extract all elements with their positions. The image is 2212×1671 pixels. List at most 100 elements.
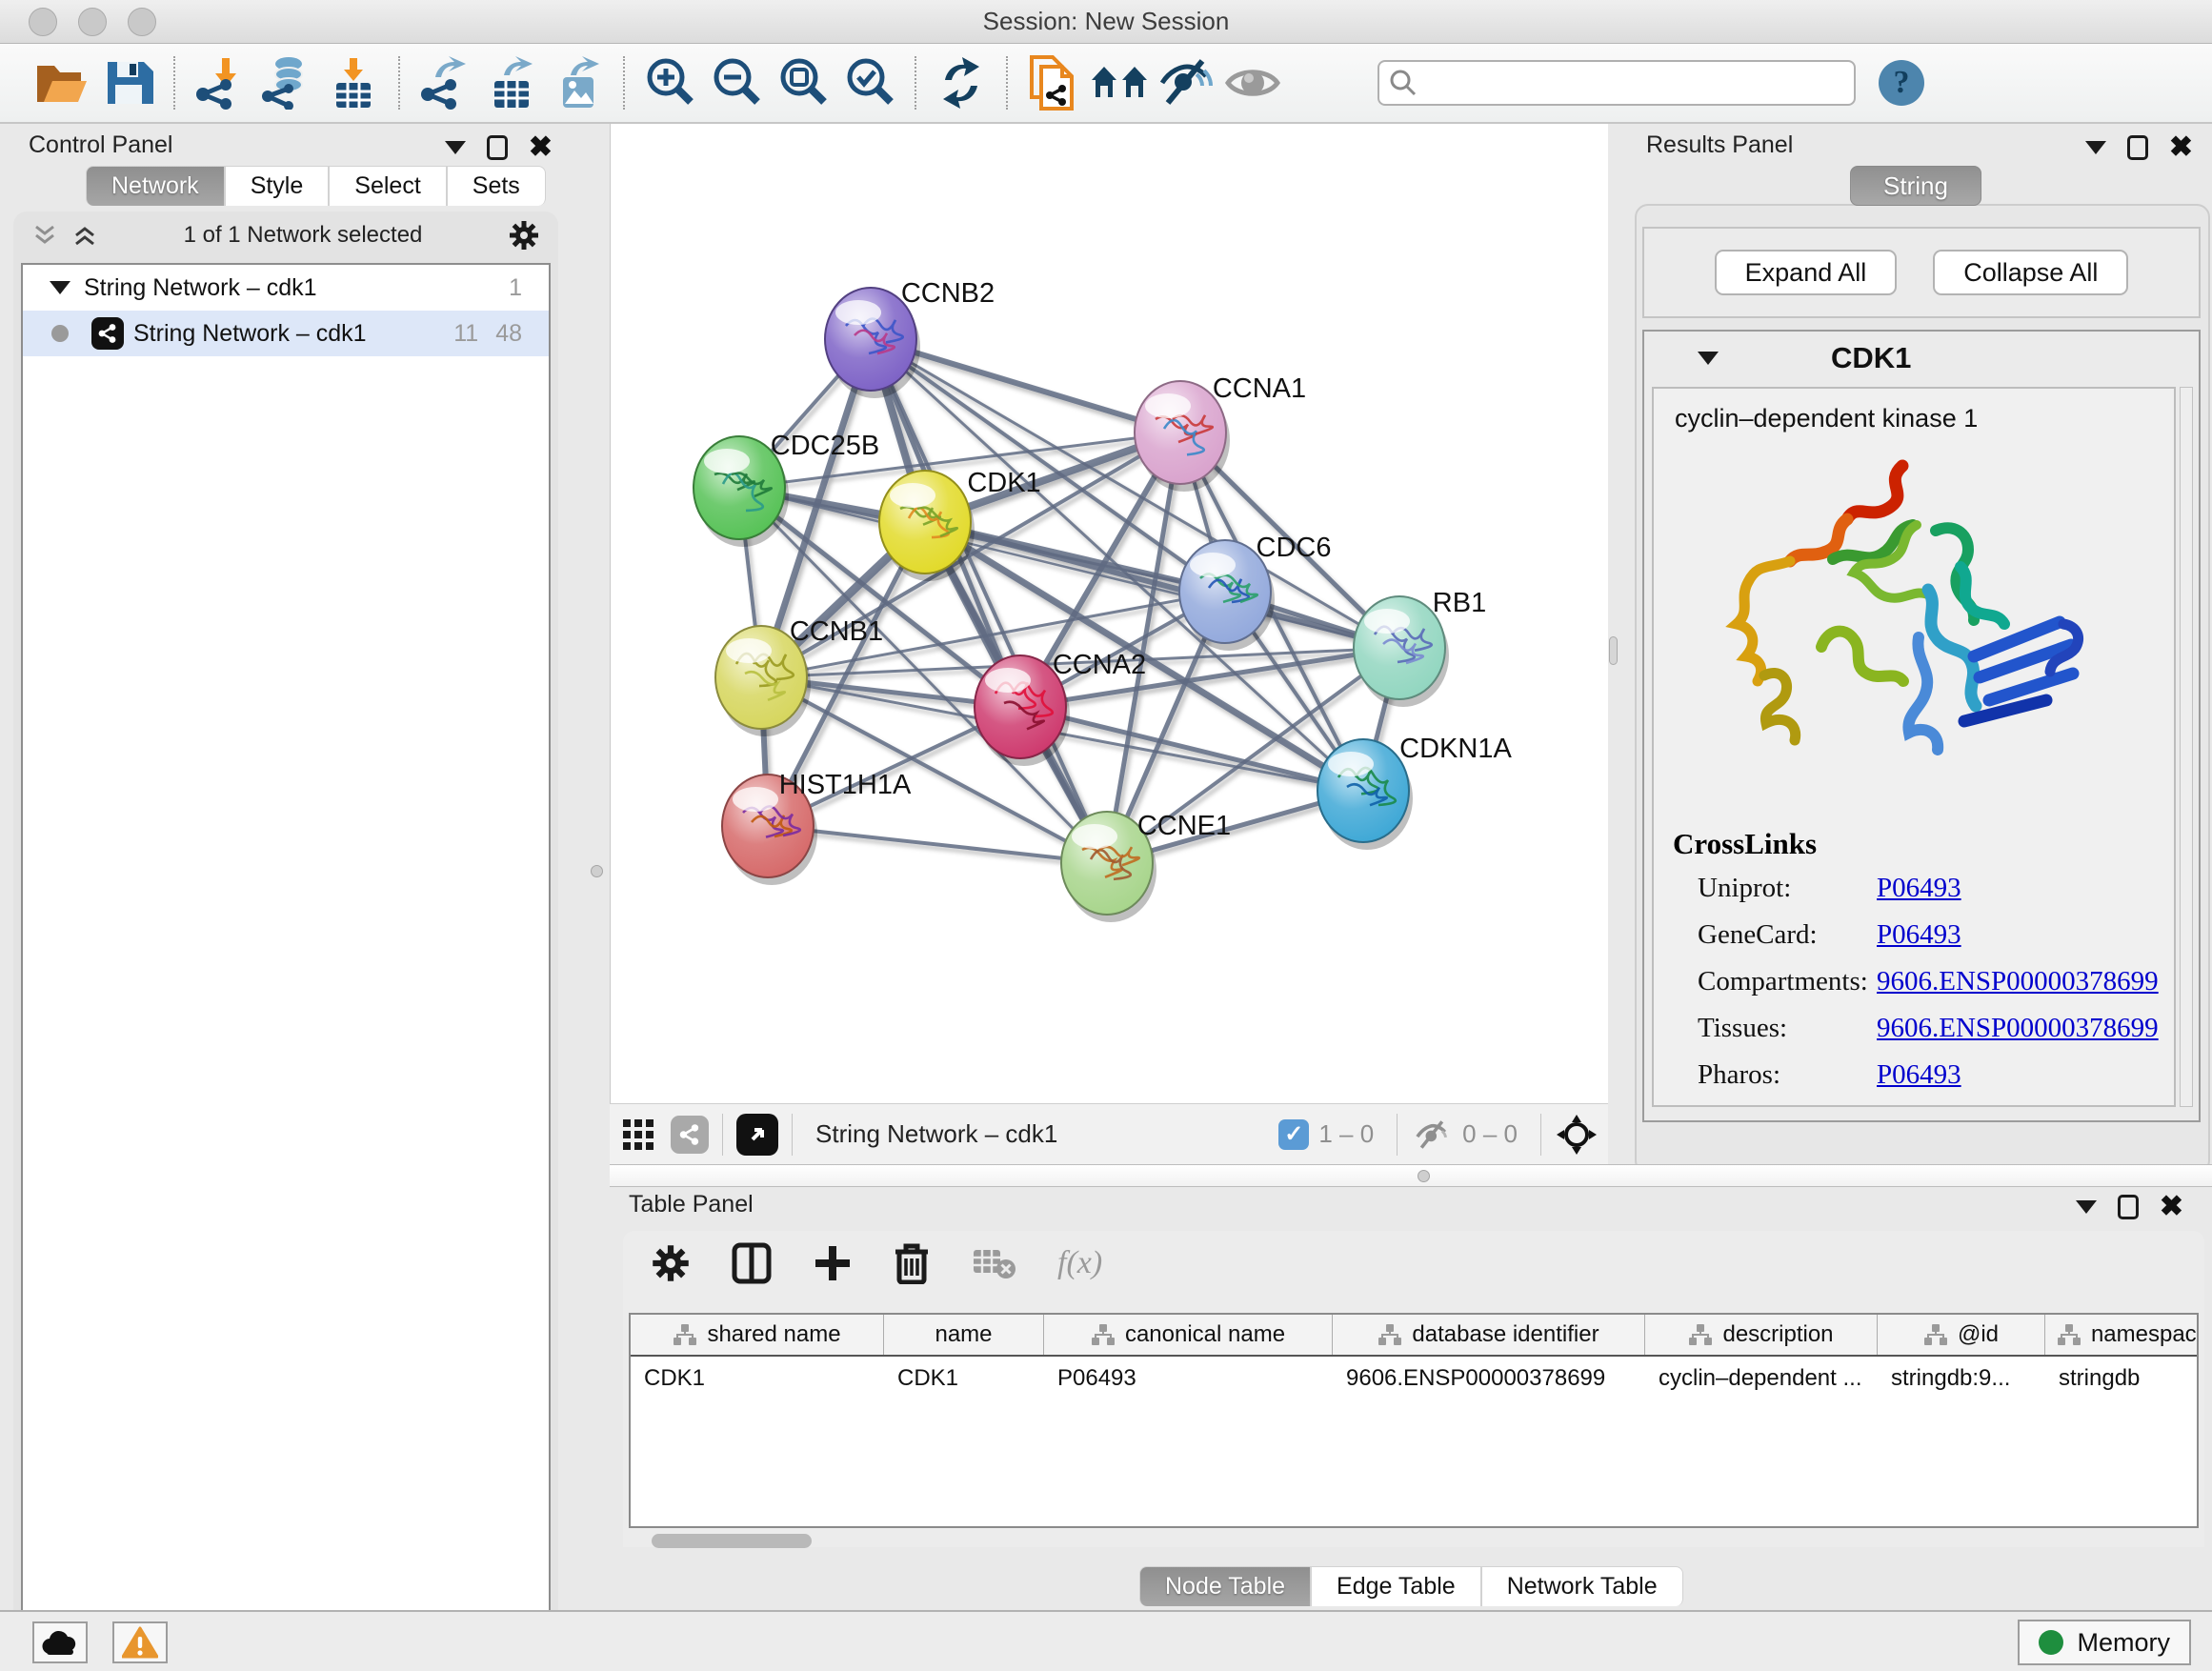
protein-description: cyclin–dependent kinase 1: [1654, 389, 2174, 437]
column-header-database-identifier[interactable]: database identifier: [1333, 1315, 1645, 1355]
panel-close-icon[interactable]: ✖: [529, 135, 553, 160]
node-table[interactable]: shared namenamecanonical namedatabase id…: [629, 1313, 2199, 1528]
home-pair-button[interactable]: [1086, 51, 1153, 114]
selected-checkbox[interactable]: ✓: [1278, 1119, 1309, 1150]
grid-mode-icon[interactable]: [619, 1116, 657, 1154]
column-header-canonical-name[interactable]: canonical name: [1044, 1315, 1333, 1355]
network-collection-row[interactable]: String Network – cdk1 1: [23, 265, 549, 311]
save-session-button[interactable]: [95, 51, 162, 114]
tab-network-table[interactable]: Network Table: [1481, 1566, 1683, 1606]
string-results-container: Expand All Collapse All CDK1 cyclin–depe…: [1635, 204, 2210, 1174]
birds-eye-toggle[interactable]: [736, 1114, 778, 1156]
hide-selected-button[interactable]: [1153, 51, 1219, 114]
table-panel-title: Table Panel: [629, 1191, 754, 1218]
delete-column-icon[interactable]: [894, 1242, 930, 1284]
panel-menu-icon[interactable]: [445, 141, 466, 154]
results-scrollbar[interactable]: [2180, 387, 2193, 1107]
memory-button[interactable]: Memory: [2018, 1620, 2191, 1665]
zoom-fit-button[interactable]: [770, 51, 836, 114]
share-view-icon[interactable]: [671, 1116, 709, 1154]
separator: [1397, 1114, 1398, 1156]
crosslink-row: Compartments:9606.ENSP00000378699: [1673, 966, 2174, 997]
export-table-button[interactable]: [478, 51, 545, 114]
tab-edge-table[interactable]: Edge Table: [1311, 1566, 1481, 1606]
panel-close-icon[interactable]: ✖: [2160, 1195, 2183, 1219]
node-CDK1[interactable]: [879, 471, 975, 581]
node-label-CCNB2: CCNB2: [901, 278, 995, 309]
crosslink-value-link[interactable]: 9606.ENSP00000378699: [1877, 966, 2159, 997]
import-table-button[interactable]: [320, 51, 387, 114]
tab-select[interactable]: Select: [329, 166, 446, 206]
collapse-all-icon[interactable]: [32, 223, 57, 248]
column-header-shared-name[interactable]: shared name: [631, 1315, 884, 1355]
cloud-status-button[interactable]: [32, 1621, 88, 1663]
hidden-eye-icon[interactable]: [1411, 1117, 1453, 1152]
tab-string[interactable]: String: [1850, 166, 1981, 206]
zoom-in-icon: [643, 56, 696, 110]
collection-expand-icon[interactable]: [50, 281, 70, 294]
zoom-out-button[interactable]: [703, 51, 770, 114]
edge-HIST1H1A-CCNE1[interactable]: [768, 826, 1107, 863]
crosslink-row: Pharos:P06493: [1673, 1059, 2174, 1091]
import-network-button[interactable]: [187, 51, 253, 114]
crosslink-value-link[interactable]: P06493: [1877, 873, 1961, 904]
table-settings-gear-icon[interactable]: [652, 1244, 690, 1282]
protein-section-header[interactable]: CDK1: [1644, 332, 2199, 385]
crosslink-value-link[interactable]: P06493: [1877, 919, 1961, 951]
vertical-splitter[interactable]: [1608, 124, 1619, 1164]
fit-selected-icon[interactable]: [1555, 1113, 1599, 1157]
node-CDKN1A[interactable]: [1317, 739, 1413, 850]
panel-close-icon[interactable]: ✖: [2169, 135, 2193, 160]
panel-float-icon[interactable]: [2118, 1195, 2139, 1219]
add-column-icon[interactable]: [814, 1244, 852, 1282]
crosslink-label: Uniprot:: [1673, 873, 1863, 904]
column-header-name[interactable]: name: [884, 1315, 1044, 1355]
refresh-button[interactable]: [928, 51, 995, 114]
open-session-button[interactable]: [29, 51, 95, 114]
gear-icon[interactable]: [509, 220, 539, 251]
table-panel: Table Panel ✖: [610, 1187, 2212, 1612]
splitter-handle[interactable]: [591, 865, 603, 877]
export-network-button[interactable]: [412, 51, 478, 114]
panel-float-icon[interactable]: [2127, 135, 2148, 160]
column-header--id[interactable]: @id: [1878, 1315, 2045, 1355]
tab-sets[interactable]: Sets: [447, 166, 546, 206]
expand-all-button[interactable]: Expand All: [1715, 250, 1898, 295]
warning-status-button[interactable]: [112, 1621, 168, 1663]
control-panel-chrome: ✖: [445, 135, 566, 160]
network-row[interactable]: String Network – cdk1 11 48: [23, 311, 549, 356]
table-panel-chrome: ✖: [2076, 1195, 2197, 1219]
memory-label: Memory: [2077, 1628, 2170, 1658]
search-input[interactable]: [1418, 64, 1844, 102]
zoom-selected-icon: [843, 56, 896, 110]
tab-style[interactable]: Style: [225, 166, 330, 206]
zoom-selected-button[interactable]: [836, 51, 903, 114]
enrichment-doc-button[interactable]: [1019, 51, 1086, 114]
panel-menu-icon[interactable]: [2076, 1200, 2097, 1214]
import-database-button[interactable]: [253, 51, 320, 114]
crosslink-value-link[interactable]: 9606.ENSP00000378699: [1877, 1013, 2159, 1044]
column-header-description[interactable]: description: [1645, 1315, 1878, 1355]
expand-all-icon[interactable]: [72, 223, 97, 248]
export-image-button[interactable]: [545, 51, 612, 114]
panel-menu-icon[interactable]: [2085, 141, 2106, 154]
table-horizontal-scrollbar[interactable]: [652, 1534, 812, 1548]
help-button[interactable]: ?: [1879, 60, 1924, 106]
horizontal-splitter[interactable]: [610, 1164, 2212, 1187]
column-header-namespace[interactable]: namespace: [2045, 1315, 2199, 1355]
table-row[interactable]: CDK1CDK1P064939606.ENSP00000378699cyclin…: [631, 1357, 2197, 1400]
show-columns-icon[interactable]: [732, 1242, 772, 1284]
zoom-in-button[interactable]: [636, 51, 703, 114]
tab-network[interactable]: Network: [86, 166, 225, 206]
section-collapse-icon[interactable]: [1698, 352, 1719, 365]
node-label-CCNB1: CCNB1: [790, 616, 883, 647]
node-label-CCNE1: CCNE1: [1137, 811, 1231, 841]
tab-node-table[interactable]: Node Table: [1139, 1566, 1311, 1606]
panel-float-icon[interactable]: [487, 135, 508, 160]
protein-section: CDK1 cyclin–dependent kinase 1: [1642, 330, 2201, 1122]
network-graph[interactable]: CCNB2CCNA1CDC25BCDK1CDC6RB1CCNB1CCNA2CDK…: [611, 124, 1609, 1103]
show-all-button[interactable]: [1219, 51, 1286, 114]
network-view[interactable]: CCNB2CCNA1CDC25BCDK1CDC6RB1CCNB1CCNA2CDK…: [610, 124, 1608, 1103]
collapse-all-button[interactable]: Collapse All: [1933, 250, 2128, 295]
crosslink-value-link[interactable]: P06493: [1877, 1059, 1961, 1091]
